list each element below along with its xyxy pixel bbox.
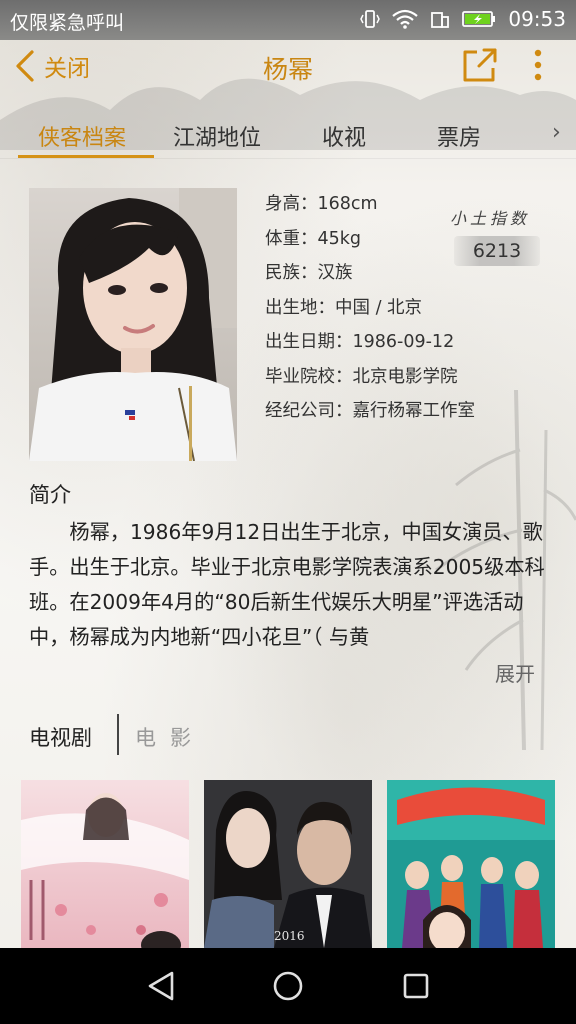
clock-text: 09:53 [508, 7, 566, 31]
poster-four-talents[interactable] [387, 780, 555, 948]
expand-button[interactable]: 展开 [495, 658, 535, 687]
info-value: 北京电影学院 [352, 366, 458, 387]
info-value: 45kg [317, 228, 362, 249]
works-divider [117, 714, 119, 755]
toolbar: 关闭 杨幂 [0, 40, 576, 92]
info-value: 嘉行杨幂工作室 [352, 401, 476, 421]
tab-tv-series[interactable]: 电视剧 [29, 722, 92, 752]
info-label: 身高： [265, 194, 318, 214]
info-label: 体重： [265, 228, 318, 249]
triangle-back-icon [148, 971, 174, 1001]
carrier-text: 仅限紧急呼叫 [10, 12, 125, 34]
nav-recents-button[interactable] [396, 968, 436, 1004]
info-row-school: 毕业院校：北京电影学院 [265, 363, 475, 398]
poster-three-lives[interactable] [21, 780, 189, 948]
info-row-agency: 经纪公司：嘉行杨幂工作室 [265, 397, 475, 432]
info-value: 168cm [317, 194, 378, 214]
more-button[interactable] [526, 47, 550, 83]
tab-status[interactable]: 江湖地位 [173, 120, 261, 152]
info-row-birthdate: 出生日期：1986-09-12 [265, 328, 475, 363]
info-label: 经纪公司： [265, 401, 353, 421]
nav-home-button[interactable] [268, 968, 308, 1004]
sim-icon [431, 12, 450, 28]
tab-divider [0, 158, 576, 159]
profile-info: 身高：168cm 体重：45kg 民族：汉族 出生地：中国 / 北京 出生日期：… [265, 190, 475, 432]
more-vertical-icon [534, 49, 542, 81]
intro-text: 杨幂，1986年9月12日出生于北京，中国女演员、歌手。出生于北京。毕业于北京电… [29, 520, 545, 649]
circle-home-icon [273, 971, 303, 1001]
status-bar: 仅限紧急呼叫 09:53 [0, 0, 576, 40]
index-badge: 6213 [454, 236, 540, 266]
info-label: 出生日期： [265, 332, 353, 352]
tab-box-office[interactable]: 票房 [437, 120, 481, 152]
info-label: 民族： [265, 263, 318, 283]
info-row-birthplace: 出生地：中国 / 北京 [265, 294, 475, 329]
tab-ratings[interactable]: 收视 [322, 120, 366, 152]
square-recents-icon [403, 973, 429, 999]
system-navigation-bar [0, 948, 576, 1024]
profile-photo [29, 188, 237, 461]
info-label: 出生地： [265, 297, 335, 318]
poster-2016[interactable]: 2016 [204, 780, 372, 948]
nav-back-button[interactable] [142, 968, 182, 1004]
tab-bar: 侠客档案 江湖地位 收视 票房 › [0, 112, 576, 160]
info-label: 毕业院校： [265, 366, 353, 387]
info-value: 汉族 [317, 263, 353, 283]
wifi-icon [392, 9, 419, 29]
info-value: 中国 / 北京 [335, 297, 423, 318]
share-button[interactable] [462, 47, 498, 83]
info-value: 1986-09-12 [352, 332, 455, 352]
vibrate-icon [360, 10, 381, 28]
info-row-height: 身高：168cm [265, 190, 475, 225]
info-row-ethnicity: 民族：汉族 [265, 259, 475, 294]
tab-movies[interactable]: 电影 [135, 722, 205, 752]
index-label: 小土指数 [450, 209, 531, 228]
poster-year-text: 2016 [274, 929, 305, 943]
tab-profile[interactable]: 侠客档案 [38, 120, 126, 152]
tab-overflow-indicator[interactable]: › [552, 120, 561, 145]
battery-icon [462, 11, 496, 27]
intro-heading: 简介 [29, 483, 71, 507]
info-row-weight: 体重：45kg [265, 225, 475, 260]
share-icon [463, 48, 497, 82]
